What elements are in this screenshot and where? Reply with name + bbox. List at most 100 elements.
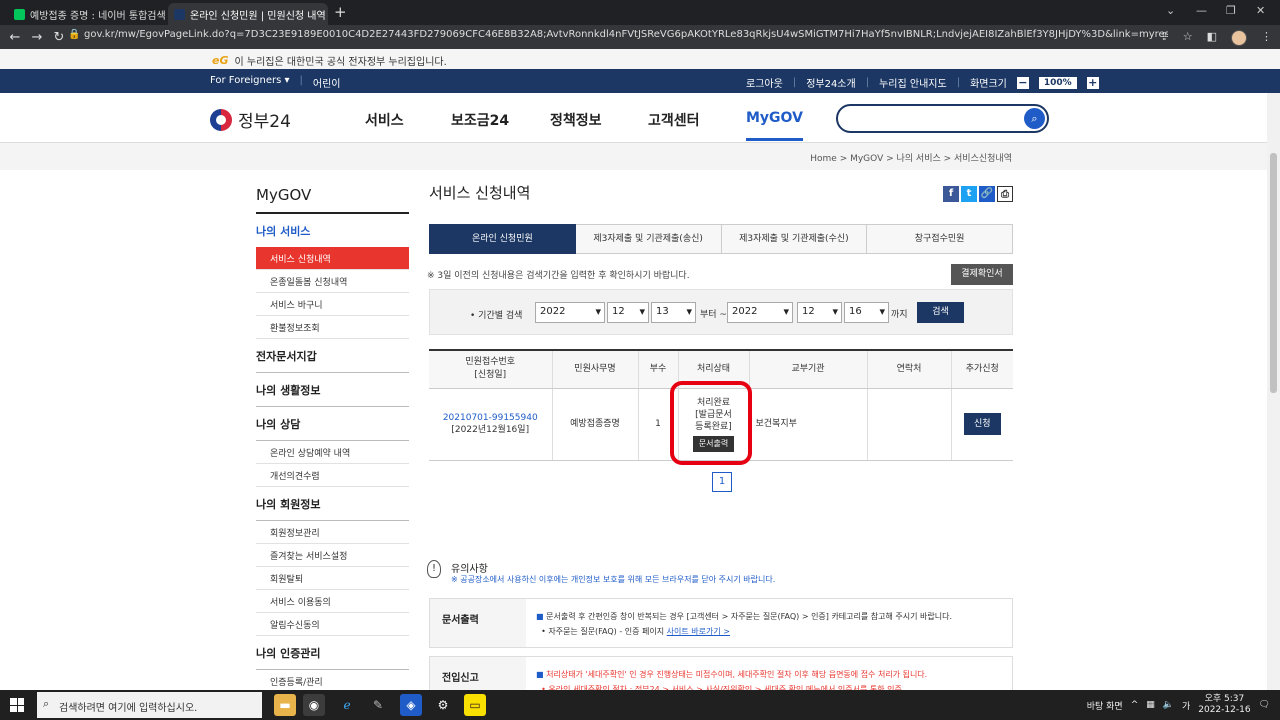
tab-search-icon[interactable]: ⌄ bbox=[1166, 4, 1175, 17]
ime-icon[interactable]: 가 bbox=[1182, 699, 1190, 712]
reload-icon[interactable]: ↻ bbox=[48, 30, 70, 45]
site-header: 정부24 서비스 보조금24 정책정보 고객센터 MyGOV ⌕ bbox=[0, 93, 1280, 143]
print-icon[interactable]: ⎙ bbox=[997, 186, 1013, 202]
gov24-logo[interactable]: 정부24 bbox=[210, 107, 291, 132]
browser-tab[interactable]: 예방접종 증명 : 네이버 통합검색 ✕ bbox=[8, 3, 168, 25]
tray-chevron-icon[interactable]: ^ bbox=[1131, 700, 1139, 710]
nav-subsidy24[interactable]: 보조금24 bbox=[451, 110, 509, 130]
receipt-number-link[interactable]: 20210701-99155940 bbox=[443, 413, 538, 423]
tab-online-applications[interactable]: 온라인 신청민원 bbox=[429, 224, 576, 254]
lock-icon: 🔒 bbox=[68, 29, 81, 40]
taskbar-search-input[interactable]: ⌕ 검색하려면 여기에 입력하십시오. bbox=[37, 692, 262, 718]
sidebar-item-online-consult[interactable]: 온라인 상담예약 내역 bbox=[256, 441, 409, 464]
sidebar-item-service-basket[interactable]: 서비스 바구니 bbox=[256, 293, 409, 316]
sidebar-section-auth[interactable]: 나의 인증관리 bbox=[256, 636, 409, 670]
sidebar-item-care-history[interactable]: 온종일돌봄 신청내역 bbox=[256, 270, 409, 293]
sidebar-item-notification-consent[interactable]: 알림수신동의 bbox=[256, 613, 409, 636]
back-icon[interactable]: ← bbox=[4, 30, 26, 45]
mygov-sidebar: MyGOV 나의 서비스 서비스 신청내역 온종일돌봄 신청내역 서비스 바구니… bbox=[256, 182, 409, 693]
notification-icon[interactable]: 🗨 bbox=[1259, 700, 1270, 710]
payment-receipt-button[interactable]: 결제확인서 bbox=[951, 264, 1013, 285]
nav-services[interactable]: 서비스 bbox=[365, 110, 404, 130]
sidebar-section-member-info[interactable]: 나의 회원정보 bbox=[256, 487, 409, 521]
search-icon[interactable]: ⌕ bbox=[1024, 108, 1045, 129]
to-month-select[interactable]: 12 bbox=[797, 302, 842, 323]
to-year-select[interactable]: 2022 bbox=[727, 302, 793, 323]
chrome-icon[interactable]: ◉ bbox=[303, 694, 325, 716]
faq-site-link[interactable]: 사이트 바로가기 > bbox=[667, 627, 730, 636]
column-header: 교부기관 bbox=[749, 350, 868, 389]
site-search-input[interactable]: ⌕ bbox=[836, 104, 1049, 133]
new-tab-icon[interactable]: + bbox=[334, 3, 347, 21]
sidebar-item-favorite-services[interactable]: 즐겨찾는 서비스설정 bbox=[256, 544, 409, 567]
sitemap-link[interactable]: 누리집 안내지도 bbox=[879, 75, 947, 90]
nav-customer-center[interactable]: 고객센터 bbox=[648, 110, 700, 130]
page-title: 서비스 신청내역 bbox=[429, 184, 531, 202]
kakaotalk-icon[interactable]: ▭ bbox=[464, 694, 486, 716]
browser-tab-active[interactable]: 온라인 신청민원 | 민원신청 내역 ✕ bbox=[168, 3, 328, 25]
pagination-page-1[interactable]: 1 bbox=[712, 472, 732, 492]
tab-third-party-received[interactable]: 제3자제출 및 기관제출(수신) bbox=[721, 224, 868, 254]
sidebar-section-my-services[interactable]: 나의 서비스 bbox=[256, 214, 409, 247]
twitter-icon[interactable]: t bbox=[961, 186, 977, 202]
nav-policy[interactable]: 정책정보 bbox=[550, 110, 602, 130]
nav-mygov[interactable]: MyGOV bbox=[746, 110, 803, 141]
sidebar-section-consulting[interactable]: 나의 상담 bbox=[256, 407, 409, 441]
page-scrollbar[interactable] bbox=[1267, 93, 1280, 690]
kids-link[interactable]: 어린이 bbox=[313, 75, 341, 90]
edge-icon[interactable]: ℯ bbox=[336, 694, 358, 716]
desktop-label[interactable]: 바탕 화면 bbox=[1087, 699, 1123, 712]
sidebar-item-withdraw[interactable]: 회원탈퇴 bbox=[256, 567, 409, 590]
sidebar-item-refund-info[interactable]: 환불정보조회 bbox=[256, 316, 409, 339]
sidebar-item-feedback[interactable]: 개선의견수렴 bbox=[256, 464, 409, 487]
taegeuk-icon bbox=[210, 108, 232, 131]
about-link[interactable]: 정부24소개 bbox=[806, 75, 856, 90]
for-foreigners-link[interactable]: For Foreigners ▾ bbox=[210, 75, 290, 90]
facebook-icon[interactable]: f bbox=[943, 186, 959, 202]
app-icon[interactable]: ✎ bbox=[367, 694, 389, 716]
to-suffix: 까지 bbox=[891, 310, 908, 320]
sidebar-section-life-info[interactable]: 나의 생활정보 bbox=[256, 373, 409, 407]
file-explorer-icon[interactable]: ▬ bbox=[274, 694, 296, 716]
logout-link[interactable]: 로그아웃 bbox=[746, 75, 783, 90]
url-field[interactable]: 🔒 gov.kr/mw/EgovPageLink.do?q=7D3C23E918… bbox=[68, 29, 1168, 45]
restore-icon[interactable]: ❐ bbox=[1226, 4, 1236, 17]
to-day-select[interactable]: 16 bbox=[844, 302, 889, 323]
network-icon[interactable]: ▦ bbox=[1146, 700, 1155, 710]
sidebar-item-service-history[interactable]: 서비스 신청내역 bbox=[256, 247, 409, 270]
menu-kebab-icon[interactable]: ⋮ bbox=[1261, 30, 1272, 46]
caution-subtext: ※ 공공장소에서 사용하신 이후에는 개인정보 보호를 위해 모든 브라우저를 … bbox=[451, 575, 776, 584]
zoom-out-button[interactable]: − bbox=[1016, 76, 1029, 89]
windows-start-icon[interactable] bbox=[10, 698, 24, 712]
share-icon[interactable]: ⇪ bbox=[1160, 30, 1169, 46]
notice-line: 처리상태가 '세대주확인' 인 경우 진행상태는 미접수이며, 세대주확인 절차… bbox=[546, 670, 928, 679]
side-panel-icon[interactable]: ◧ bbox=[1207, 30, 1217, 46]
close-window-icon[interactable]: ✕ bbox=[1256, 4, 1265, 17]
service-name: 예방접종증명 bbox=[552, 388, 639, 461]
app-icon[interactable]: ◈ bbox=[400, 694, 422, 716]
sidebar-item-member-manage[interactable]: 회원정보관리 bbox=[256, 521, 409, 544]
zoom-in-button[interactable]: + bbox=[1086, 76, 1099, 89]
column-header: 민원사무명 bbox=[552, 350, 639, 389]
sidebar-section-e-wallet[interactable]: 전자문서지갑 bbox=[256, 339, 409, 373]
profile-avatar[interactable] bbox=[1231, 30, 1247, 46]
from-day-select[interactable]: 13 bbox=[651, 302, 696, 323]
address-bar-row: ← → ↻ 🔒 gov.kr/mw/EgovPageLink.do?q=7D3C… bbox=[0, 25, 1280, 49]
bookmark-star-icon[interactable]: ☆ bbox=[1183, 30, 1193, 46]
minimize-icon[interactable]: — bbox=[1196, 4, 1207, 17]
period-search-button[interactable]: 검색 bbox=[917, 302, 964, 323]
status-highlight-annotation bbox=[670, 381, 752, 465]
clock[interactable]: 오후 5:37 2022-12-16 bbox=[1198, 694, 1250, 716]
sidebar-item-service-consent[interactable]: 서비스 이용동의 bbox=[256, 590, 409, 613]
apply-button[interactable]: 신청 bbox=[963, 413, 1001, 435]
from-year-select[interactable]: 2022 bbox=[535, 302, 605, 323]
forward-icon[interactable]: → bbox=[26, 30, 48, 45]
search-period-notice: ※ 3일 이전의 신청내용은 검색기간을 입력한 후 확인하시기 바랍니다. bbox=[427, 271, 690, 281]
from-month-select[interactable]: 12 bbox=[607, 302, 649, 323]
link-icon[interactable]: 🔗 bbox=[979, 186, 995, 202]
volume-icon[interactable]: 🔈 bbox=[1163, 700, 1174, 710]
settings-gear-icon[interactable]: ⚙ bbox=[432, 694, 454, 716]
doc-print-notice-box: 문서출력 ■ 문서출력 후 간편인증 창이 반복되는 경우 [고객센터 > 자주… bbox=[429, 598, 1013, 648]
tab-third-party-sent[interactable]: 제3자제출 및 기관제출(송신) bbox=[575, 224, 722, 254]
tab-counter-applications[interactable]: 창구접수민원 bbox=[867, 224, 1013, 254]
